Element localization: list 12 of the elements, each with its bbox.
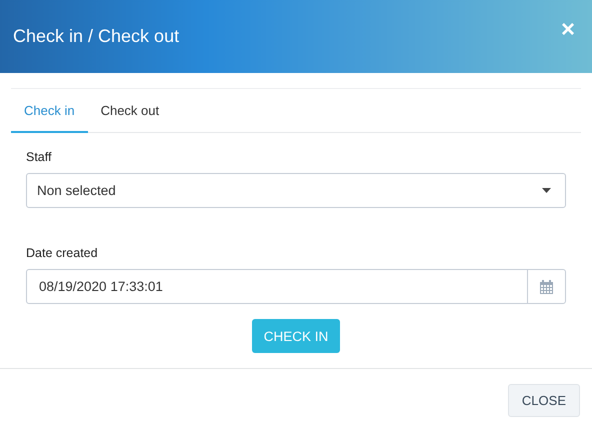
calendar-icon xyxy=(540,280,553,294)
field-label: Staff xyxy=(26,150,52,164)
tab[interactable]: Check out xyxy=(88,89,172,133)
date-field[interactable]: 08/19/2020 17:33:01 xyxy=(26,269,566,304)
caret-icon xyxy=(542,188,551,193)
dialog-title: Check in / Check out xyxy=(13,26,180,47)
staff-dropdown[interactable]: Non selected xyxy=(26,173,566,208)
tab[interactable]: Check in xyxy=(11,89,88,133)
field-label: Date created xyxy=(26,246,99,260)
close-dialog-button[interactable]: CLOSE xyxy=(508,384,580,417)
date-value: 08/19/2020 17:33:01 xyxy=(38,278,164,296)
dropdown-value: Non selected xyxy=(37,183,116,198)
